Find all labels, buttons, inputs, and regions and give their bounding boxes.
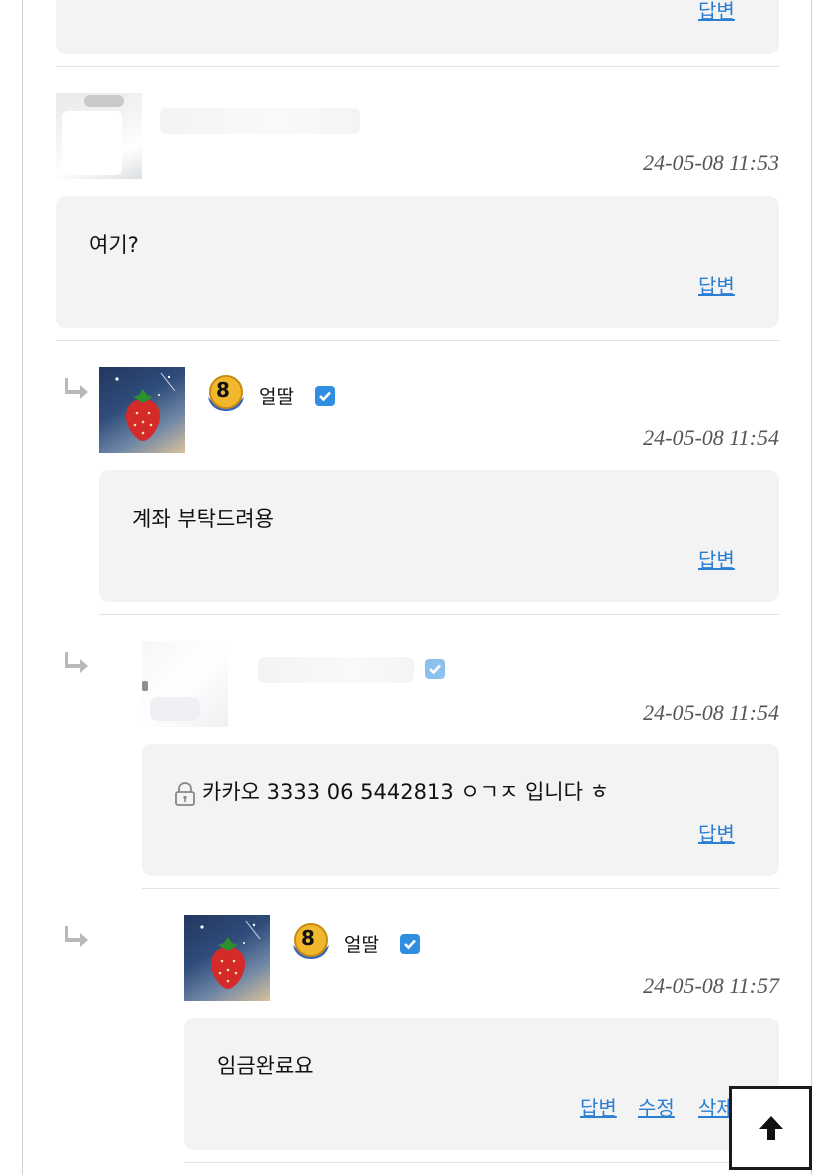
comment-divider: [56, 340, 779, 341]
content-border-right: [811, 0, 812, 1175]
reply-link[interactable]: 답변: [698, 270, 735, 299]
avatar[interactable]: [99, 367, 185, 453]
blurred-nickname: [160, 108, 360, 134]
comment-box: [142, 744, 779, 876]
comment-box: [56, 0, 779, 54]
lock-icon: [175, 782, 195, 806]
nickname[interactable]: 얼딸: [259, 382, 294, 409]
comment-date: 24-05-08 11:54: [643, 425, 779, 450]
avatar[interactable]: [56, 93, 142, 179]
avatar[interactable]: [142, 641, 228, 727]
comment-text: 카카오 3333 06 5442813 ㅇㄱㅈ 입니다 ㅎ: [202, 780, 609, 804]
comment-text: 계좌 부탁드려용: [132, 507, 274, 531]
reply-arrow-icon: [65, 926, 88, 947]
comment-divider: [99, 614, 779, 615]
comment-divider: [142, 888, 779, 889]
comment-box: [99, 470, 779, 602]
level-number: 8: [301, 926, 315, 950]
comment-text: 여기?: [89, 233, 139, 257]
comment-date: 24-05-08 11:54: [643, 700, 779, 725]
scroll-top-button[interactable]: [729, 1086, 812, 1170]
arrow-up-icon: [758, 1116, 783, 1140]
comment-text: 임금완료요: [217, 1054, 314, 1078]
comment-divider: [184, 1162, 779, 1163]
edit-link[interactable]: 수정: [638, 1092, 675, 1121]
reply-link[interactable]: 답변: [698, 818, 735, 847]
reply-link[interactable]: 답변: [698, 544, 735, 573]
verified-check-icon: [400, 934, 420, 954]
reply-arrow-icon: [65, 378, 88, 399]
reply-link[interactable]: 답변: [580, 1092, 617, 1121]
comment-date: 24-05-08 11:57: [643, 973, 779, 998]
blurred-nickname: [258, 657, 414, 683]
level-number: 8: [216, 378, 230, 402]
avatar[interactable]: [184, 915, 270, 1001]
comment-box: [184, 1018, 779, 1150]
verified-check-icon: [315, 386, 335, 406]
reply-arrow-icon: [65, 652, 88, 673]
nickname[interactable]: 얼딸: [344, 930, 379, 957]
comment-date: 24-05-08 11:53: [643, 150, 779, 175]
comment-divider: [56, 66, 779, 67]
reply-link[interactable]: 답변: [698, 0, 735, 24]
comment-box: [56, 196, 779, 328]
verified-check-icon: [425, 659, 445, 679]
content-border-left: [22, 0, 23, 1175]
